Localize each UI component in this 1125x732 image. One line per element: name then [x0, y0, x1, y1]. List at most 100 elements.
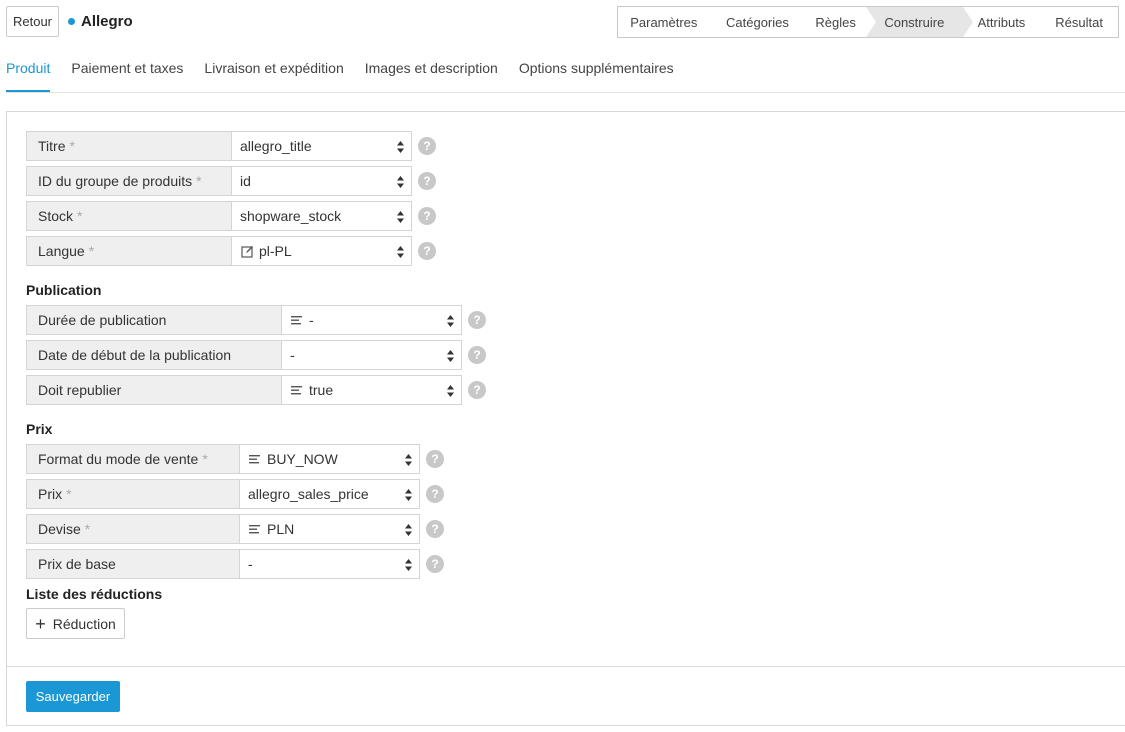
help-icon[interactable]: ?	[468, 381, 486, 399]
field-label: Stock *	[26, 201, 232, 231]
field-row-id-groupe: ID du groupe de produits * id ?	[26, 166, 436, 196]
help-icon[interactable]: ?	[418, 242, 436, 260]
sort-arrows-icon	[396, 245, 405, 259]
tab-livraison[interactable]: Livraison et expédition	[204, 56, 343, 92]
tab-paiement[interactable]: Paiement et taxes	[71, 56, 183, 92]
app-title: Allegro	[68, 13, 133, 30]
tab-images[interactable]: Images et description	[365, 56, 498, 92]
sort-arrows-icon	[396, 140, 405, 154]
prix-base-select[interactable]: -	[240, 549, 420, 579]
id-groupe-select[interactable]: id	[232, 166, 412, 196]
edit-icon	[240, 244, 254, 258]
add-reduction-button[interactable]: + Réduction	[26, 608, 125, 639]
titre-select[interactable]: allegro_title	[232, 131, 412, 161]
section-title-prix: Prix	[26, 421, 53, 437]
field-label-text: ID du groupe de produits	[38, 173, 193, 189]
field-row-prix-base: Prix de base - ?	[26, 549, 444, 579]
step-attributs[interactable]: Attributs	[963, 7, 1041, 37]
help-icon[interactable]: ?	[426, 520, 444, 538]
field-label: Prix *	[26, 479, 240, 509]
field-row-devise: Devise * PLN ?	[26, 514, 444, 544]
text-lines-icon	[248, 522, 262, 536]
status-dot	[68, 18, 75, 25]
devise-select[interactable]: PLN	[240, 514, 420, 544]
tab-options[interactable]: Options supplémentaires	[519, 56, 674, 92]
stock-select[interactable]: shopware_stock	[232, 201, 412, 231]
step-label: Catégories	[726, 14, 789, 30]
text-lines-icon	[290, 313, 304, 327]
select-value: id	[240, 173, 251, 189]
section-title-publication: Publication	[26, 282, 102, 298]
form-panel: Titre * allegro_title ? ID du groupe de p…	[6, 111, 1125, 726]
plus-icon: +	[35, 613, 46, 634]
field-row-date-debut: Date de début de la publication - ?	[26, 340, 486, 370]
field-label: Prix de base	[26, 549, 240, 579]
field-row-republier: Doit republier true ?	[26, 375, 486, 405]
field-label-text: Prix	[38, 486, 63, 502]
field-label-text: Doit republier	[38, 382, 122, 398]
required-marker: *	[196, 173, 202, 189]
step-categories[interactable]: Catégories	[710, 7, 806, 37]
sort-arrows-icon	[446, 314, 455, 328]
field-label-text: Date de début de la publication	[38, 347, 232, 363]
step-label: Résultat	[1055, 14, 1103, 30]
add-reduction-label: Réduction	[52, 615, 116, 632]
field-label-text: Titre	[38, 138, 66, 154]
help-icon[interactable]: ?	[418, 137, 436, 155]
required-marker: *	[84, 521, 91, 537]
required-marker: *	[66, 486, 72, 502]
field-label: Titre *	[26, 131, 232, 161]
republier-select[interactable]: true	[282, 375, 462, 405]
help-icon[interactable]: ?	[418, 172, 436, 190]
step-label: Attributs	[977, 14, 1026, 30]
divider	[7, 666, 1125, 667]
required-marker: *	[202, 451, 208, 467]
duree-select[interactable]: -	[282, 305, 462, 335]
sort-arrows-icon	[404, 453, 413, 467]
date-debut-select[interactable]: -	[282, 340, 462, 370]
step-resultat[interactable]: Résultat	[1040, 7, 1118, 37]
step-construire[interactable]: Construire	[866, 7, 973, 37]
help-icon[interactable]: ?	[418, 207, 436, 225]
field-label: Doit republier	[26, 375, 282, 405]
step-label: Paramètres	[630, 14, 698, 30]
field-label-text: Stock	[38, 208, 74, 224]
step-label: Règles	[815, 14, 856, 30]
sort-arrows-icon	[404, 523, 413, 537]
select-value: -	[248, 556, 253, 572]
select-value: PLN	[267, 521, 295, 537]
section-title-reductions: Liste des réductions	[26, 586, 163, 602]
tab-produit[interactable]: Produit	[6, 56, 51, 92]
field-label: Devise *	[26, 514, 240, 544]
field-row-format-vente: Format du mode de vente * BUY_NOW ?	[26, 444, 444, 474]
field-label-text: Langue	[38, 243, 85, 259]
sort-arrows-icon	[396, 210, 405, 224]
format-vente-select[interactable]: BUY_NOW	[240, 444, 420, 474]
step-regles[interactable]: Règles	[805, 7, 866, 37]
help-icon[interactable]: ?	[426, 485, 444, 503]
sort-arrows-icon	[404, 488, 413, 502]
help-icon[interactable]: ?	[468, 346, 486, 364]
field-label-text: Devise	[38, 521, 81, 537]
step-parametres[interactable]: Paramètres	[618, 7, 710, 37]
required-marker: *	[69, 138, 75, 154]
select-value: allegro_sales_price	[248, 486, 369, 502]
required-marker: *	[77, 208, 83, 224]
field-label: Format du mode de vente *	[26, 444, 240, 474]
prix-select[interactable]: allegro_sales_price	[240, 479, 420, 509]
back-button[interactable]: Retour	[6, 6, 59, 37]
wizard-steps: Paramètres Catégories Règles Construire …	[617, 6, 1119, 38]
save-button[interactable]: Sauvegarder	[26, 681, 120, 712]
select-value: pl-PL	[259, 243, 292, 259]
help-icon[interactable]: ?	[426, 555, 444, 573]
select-value: shopware_stock	[240, 208, 342, 224]
select-value: -	[309, 312, 314, 328]
field-row-duree: Durée de publication - ?	[26, 305, 486, 335]
langue-select[interactable]: pl-PL	[232, 236, 412, 266]
tab-bar: Produit Paiement et taxes Livraison et e…	[6, 56, 1125, 93]
text-lines-icon	[290, 383, 304, 397]
help-icon[interactable]: ?	[468, 311, 486, 329]
help-icon[interactable]: ?	[426, 450, 444, 468]
sort-arrows-icon	[446, 384, 455, 398]
field-row-stock: Stock * shopware_stock ?	[26, 201, 436, 231]
